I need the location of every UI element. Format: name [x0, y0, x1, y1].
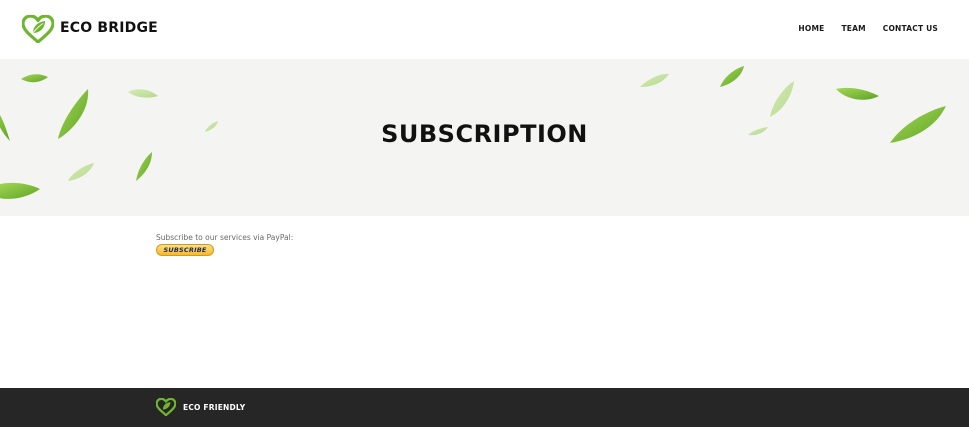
- footer-brand[interactable]: ECO FRIENDLY: [183, 403, 245, 412]
- leaf-icon: [770, 81, 794, 117]
- site-header: ECO BRIDGE HOME TEAM CONTACT US: [0, 0, 969, 59]
- leaf-icon: [720, 66, 744, 87]
- leaf-icon: [128, 89, 158, 98]
- page: ECO BRIDGE HOME TEAM CONTACT US SUBSCRIP…: [0, 0, 969, 427]
- heart-leaf-icon[interactable]: [22, 15, 54, 43]
- page-title: SUBSCRIPTION: [381, 120, 588, 148]
- page-hero: SUBSCRIPTION: [0, 59, 969, 216]
- leaf-icon: [136, 152, 152, 181]
- leaf-icon: [640, 73, 669, 87]
- nav-home-link[interactable]: HOME: [798, 24, 824, 33]
- main-nav: HOME TEAM CONTACT US: [798, 24, 938, 33]
- subscribe-intro-text: Subscribe to our services via PayPal:: [156, 233, 294, 242]
- paypal-subscribe-button[interactable]: SUBSCRIBE: [156, 244, 214, 256]
- site-brand[interactable]: ECO BRIDGE: [60, 20, 158, 36]
- nav-team-link[interactable]: TEAM: [841, 24, 865, 33]
- leaf-icon: [836, 87, 879, 100]
- site-footer: ECO FRIENDLY: [0, 388, 969, 427]
- heart-leaf-icon[interactable]: [156, 398, 176, 416]
- leaf-icon: [21, 74, 48, 83]
- leaf-icon: [68, 163, 94, 181]
- nav-contact-link[interactable]: CONTACT US: [883, 24, 938, 33]
- leaf-icon: [0, 182, 40, 199]
